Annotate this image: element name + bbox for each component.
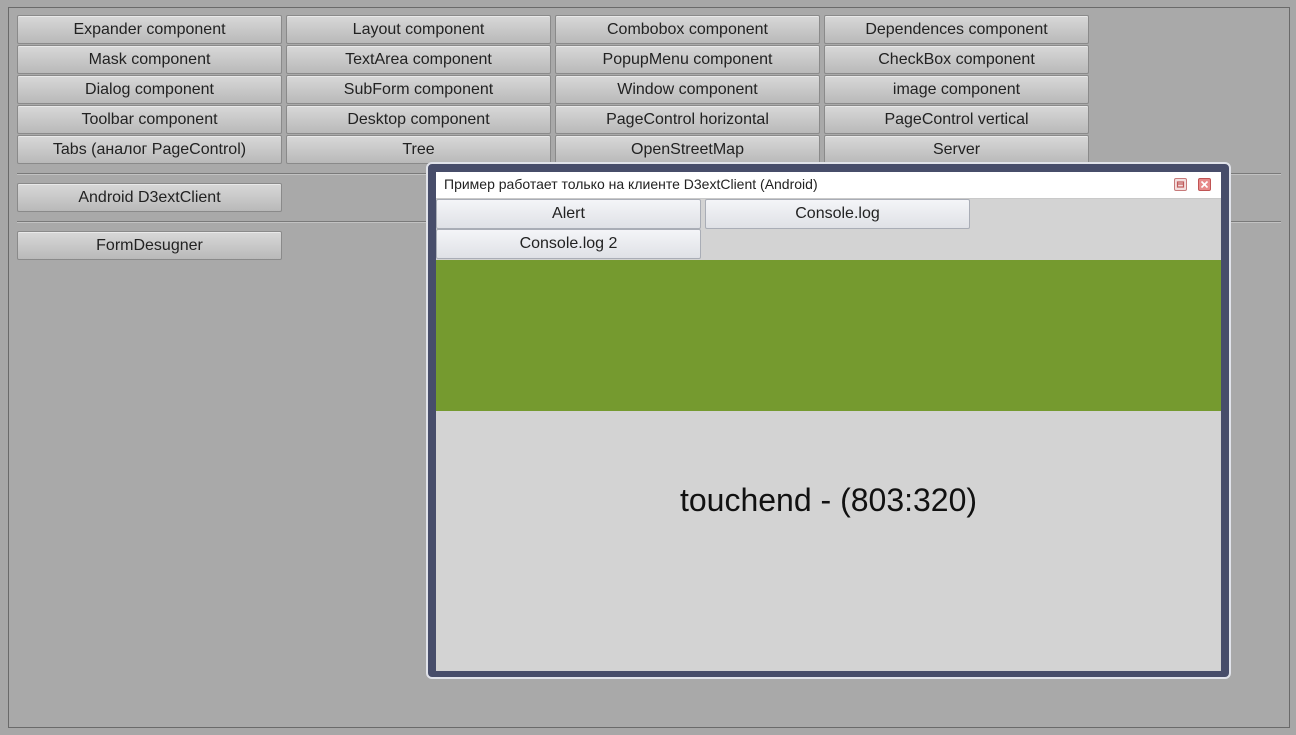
android-example-window[interactable]: Пример работает только на клиенте D3extC… <box>426 162 1231 679</box>
pagecontrol-vertical-button[interactable]: PageControl vertical <box>824 105 1089 134</box>
server-button[interactable]: Server <box>824 135 1089 164</box>
minimize-icon[interactable] <box>1174 178 1187 191</box>
touch-status-text: touchend - (803:320) <box>679 482 978 518</box>
close-icon[interactable] <box>1198 178 1211 191</box>
alert-button[interactable]: Alert <box>436 199 701 229</box>
window-body: Пример работает только на клиенте D3extC… <box>436 172 1221 671</box>
android-d3extclient-button[interactable]: Android D3extClient <box>17 183 282 212</box>
tabs-button[interactable]: Tabs (аналог PageControl) <box>17 135 282 164</box>
dependences-component-button[interactable]: Dependences component <box>824 15 1089 44</box>
toolbar-component-button[interactable]: Toolbar component <box>17 105 282 134</box>
window-title: Пример работает только на клиенте D3extC… <box>444 176 818 192</box>
image-component-button[interactable]: image component <box>824 75 1089 104</box>
formdesigner-button[interactable]: FormDesugner <box>17 231 282 260</box>
tree-button[interactable]: Tree <box>286 135 551 164</box>
combobox-component-button[interactable]: Combobox component <box>555 15 820 44</box>
textarea-component-button[interactable]: TextArea component <box>286 45 551 74</box>
window-component-button[interactable]: Window component <box>555 75 820 104</box>
touch-panel[interactable] <box>436 260 1221 411</box>
subform-component-button[interactable]: SubForm component <box>286 75 551 104</box>
mask-component-button[interactable]: Mask component <box>17 45 282 74</box>
popupmenu-component-button[interactable]: PopupMenu component <box>555 45 820 74</box>
openstreetmap-button[interactable]: OpenStreetMap <box>555 135 820 164</box>
desktop-component-button[interactable]: Desktop component <box>286 105 551 134</box>
console-log-2-button[interactable]: Console.log 2 <box>436 229 701 259</box>
console-log-button[interactable]: Console.log <box>705 199 970 229</box>
pagecontrol-horizontal-button[interactable]: PageControl horizontal <box>555 105 820 134</box>
layout-component-button[interactable]: Layout component <box>286 15 551 44</box>
expander-component-button[interactable]: Expander component <box>17 15 282 44</box>
checkbox-component-button[interactable]: CheckBox component <box>824 45 1089 74</box>
window-title-bar[interactable]: Пример работает только на клиенте D3extC… <box>436 172 1221 199</box>
dialog-component-button[interactable]: Dialog component <box>17 75 282 104</box>
